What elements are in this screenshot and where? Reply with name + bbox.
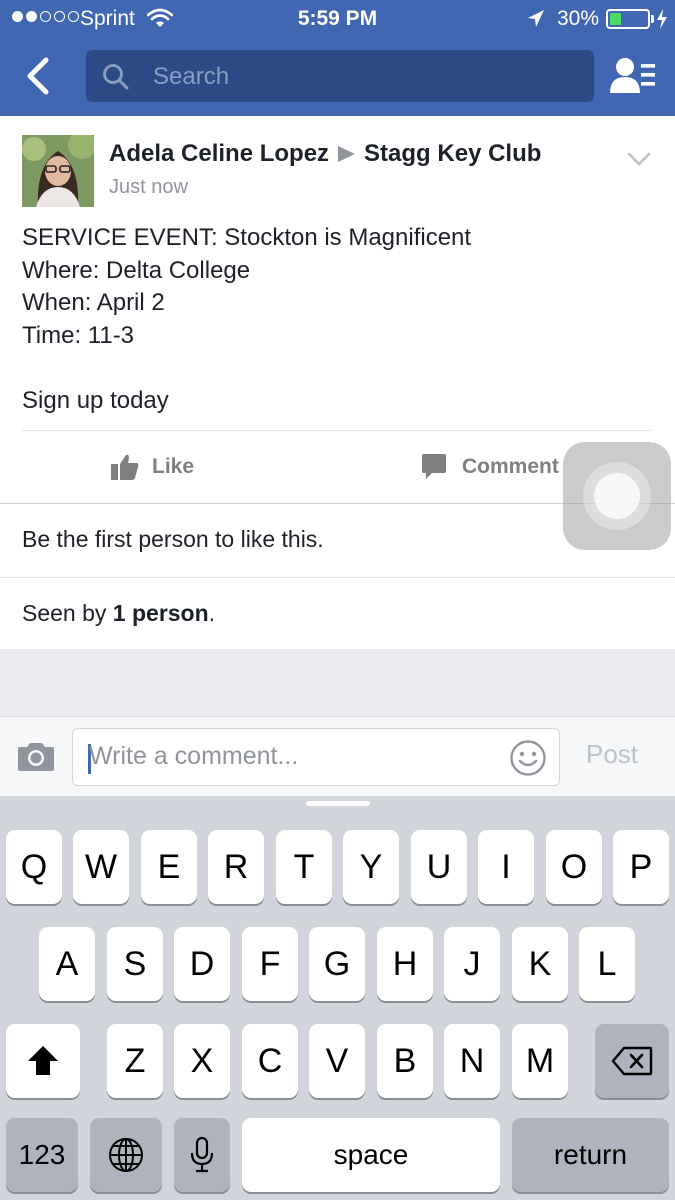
like-label: Like — [152, 455, 195, 478]
space-key[interactable]: space — [242, 1118, 500, 1192]
app-header: Sprint 5:59 PM 30% Search — [0, 0, 675, 116]
avatar[interactable] — [22, 135, 94, 207]
key-i[interactable]: I — [478, 830, 534, 904]
assistive-touch-icon — [594, 473, 640, 519]
back-chevron-icon — [27, 57, 49, 95]
battery-icon — [606, 9, 650, 29]
divider — [22, 430, 653, 431]
post-author-line: Adela Celine Lopez Stagg Key Club — [109, 140, 541, 168]
return-key[interactable]: return — [512, 1118, 669, 1192]
search-icon — [103, 64, 129, 90]
key-s[interactable]: S — [107, 927, 163, 1001]
post-timestamp[interactable]: Just now — [109, 176, 188, 199]
seen-count: 1 person — [112, 600, 209, 626]
key-o[interactable]: O — [546, 830, 602, 904]
camera-icon[interactable] — [16, 741, 56, 773]
post-line — [22, 352, 652, 385]
key-v[interactable]: V — [309, 1024, 365, 1098]
post-line: SERVICE EVENT: Stockton is Magnificent — [22, 224, 472, 251]
divider — [0, 577, 675, 578]
shift-icon — [28, 1046, 58, 1075]
battery-percent: 30% — [557, 7, 600, 30]
author-profile-photo — [22, 135, 94, 207]
likes-summary[interactable]: Be the first person to like this. — [22, 526, 324, 553]
comment-placeholder: Write a comment... — [89, 742, 299, 770]
shift-key[interactable] — [6, 1024, 80, 1098]
thumbs-up-icon — [111, 454, 139, 480]
key-q[interactable]: Q — [6, 830, 62, 904]
key-d[interactable]: D — [174, 927, 230, 1001]
post-group-name[interactable]: Stagg Key Club — [364, 140, 541, 168]
numbers-key[interactable]: 123 — [6, 1118, 78, 1192]
key-n[interactable]: N — [444, 1024, 500, 1098]
seen-by-text[interactable]: Seen by 1 person. — [22, 600, 215, 627]
key-m[interactable]: M — [512, 1024, 568, 1098]
key-g[interactable]: G — [309, 927, 365, 1001]
post-line: When: April 2 — [22, 289, 165, 316]
key-b[interactable]: B — [377, 1024, 433, 1098]
friend-requests-icon — [610, 58, 655, 93]
feed-background — [0, 649, 675, 716]
seen-prefix: Seen by — [22, 600, 113, 626]
post-line: Sign up today — [22, 386, 169, 414]
key-t[interactable]: T — [276, 830, 332, 904]
key-h[interactable]: H — [377, 927, 433, 1001]
post-line: Where: Delta College — [22, 256, 251, 284]
post-line: Time: 11-3 — [22, 321, 135, 349]
key-j[interactable]: J — [444, 927, 500, 1001]
key-x[interactable]: X — [174, 1024, 230, 1098]
comment-input[interactable]: Write a comment... — [72, 728, 560, 786]
key-z[interactable]: Z — [107, 1024, 163, 1098]
chevron-down-icon[interactable] — [626, 150, 652, 168]
arrow-right-icon — [338, 146, 356, 162]
key-r[interactable]: R — [208, 830, 264, 904]
friend-requests-button[interactable] — [608, 55, 658, 97]
post-text: SERVICE EVENT: Stockton is Magnificent W… — [22, 222, 652, 417]
back-button[interactable] — [20, 54, 60, 98]
key-p[interactable]: P — [613, 830, 669, 904]
comment-composer: Write a comment... Post — [0, 716, 675, 796]
seen-suffix: . — [208, 600, 216, 626]
key-k[interactable]: K — [512, 927, 568, 1001]
search-placeholder: Search — [153, 63, 230, 90]
smiley-icon[interactable] — [508, 738, 548, 778]
key-u[interactable]: U — [411, 830, 467, 904]
key-y[interactable]: Y — [343, 830, 399, 904]
key-l[interactable]: L — [579, 927, 635, 1001]
key-e[interactable]: E — [141, 830, 197, 904]
comment-bubble-icon — [422, 454, 446, 479]
dictation-key[interactable] — [174, 1118, 230, 1192]
backspace-key[interactable] — [595, 1024, 669, 1098]
key-a[interactable]: A — [39, 927, 95, 1001]
globe-icon — [109, 1138, 143, 1172]
status-bar: Sprint 5:59 PM 30% — [0, 0, 675, 38]
like-button[interactable]: Like — [110, 448, 194, 486]
battery-cap — [651, 15, 654, 23]
comment-label: Comment — [462, 455, 559, 478]
location-arrow-icon — [528, 10, 544, 27]
post-button[interactable]: Post — [586, 739, 638, 770]
comment-button[interactable]: Comment — [420, 448, 559, 486]
key-w[interactable]: W — [73, 830, 129, 904]
search-input[interactable]: Search — [86, 50, 594, 102]
charging-bolt-icon — [657, 9, 667, 29]
post-author-name[interactable]: Adela Celine Lopez — [109, 140, 329, 168]
keyboard-handle[interactable] — [306, 801, 370, 806]
microphone-icon — [190, 1136, 214, 1173]
keyboard: Q W E R T Y U I O P A S D F G H J K L Z … — [0, 796, 675, 1200]
key-c[interactable]: C — [242, 1024, 298, 1098]
assistive-touch-button[interactable] — [563, 442, 671, 550]
key-f[interactable]: F — [242, 927, 298, 1001]
backspace-icon — [611, 1046, 653, 1076]
globe-key[interactable] — [90, 1118, 162, 1192]
